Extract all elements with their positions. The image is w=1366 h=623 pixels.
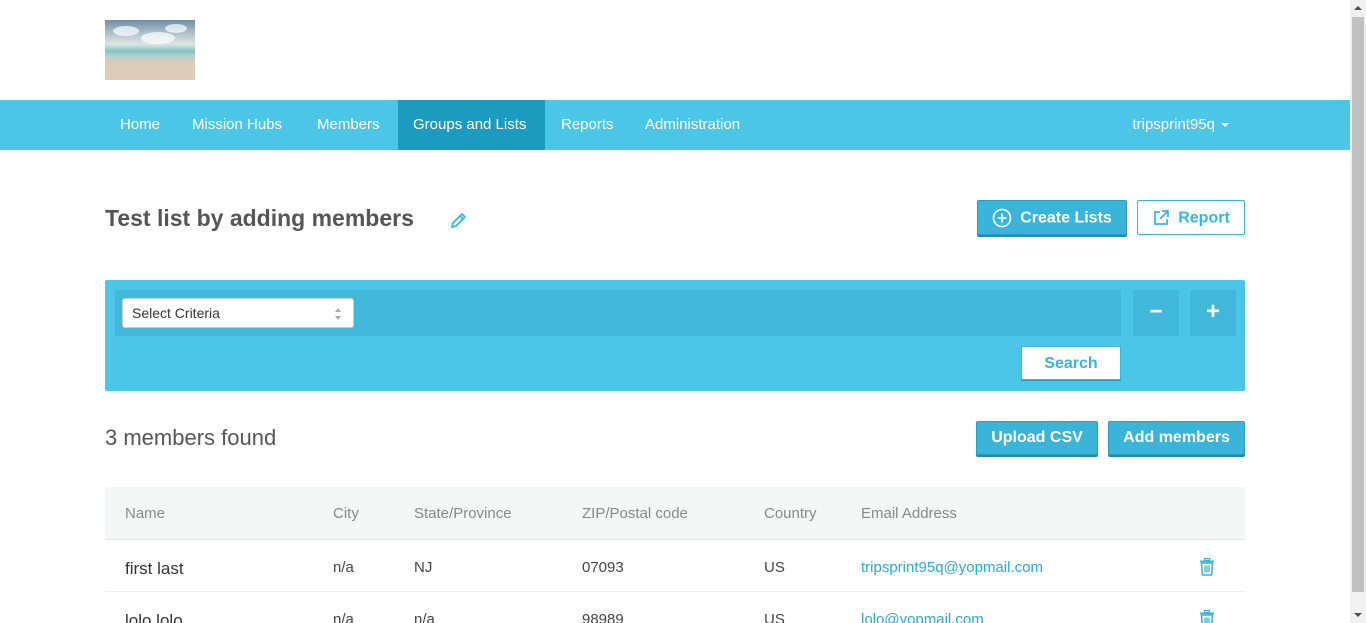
pencil-icon[interactable] [449, 210, 469, 230]
cell-country: US [764, 559, 785, 576]
main-navbar: Home Mission Hubs Members Groups and Lis… [0, 100, 1350, 150]
criteria-panel: Select Criteria − + Search [105, 280, 1245, 391]
cell-country: US [764, 611, 785, 623]
nav-home[interactable]: Home [105, 100, 175, 150]
create-lists-label: Create Lists [1020, 209, 1112, 227]
trash-icon[interactable] [1199, 558, 1215, 576]
cell-email[interactable]: lolo@yopmail.com [861, 592, 984, 623]
add-members-button[interactable]: Add members [1108, 421, 1245, 455]
cell-city: n/a [333, 559, 354, 576]
report-label: Report [1178, 209, 1230, 227]
caret-down-icon [1221, 123, 1229, 128]
remove-criteria-button[interactable]: − [1133, 290, 1179, 336]
search-button[interactable]: Search [1021, 346, 1121, 380]
scroll-thumb[interactable] [1352, 17, 1364, 592]
external-link-icon [1154, 209, 1170, 225]
logo-cloud [113, 26, 139, 36]
page-title: Test list by adding members [105, 205, 414, 231]
add-criteria-button[interactable]: + [1190, 290, 1236, 336]
select-arrows-icon [335, 308, 341, 320]
header-email[interactable]: Email Address [861, 487, 957, 540]
nav-administration[interactable]: Administration [630, 100, 755, 150]
trash-icon[interactable] [1199, 610, 1215, 623]
members-found-count: 3 members found [105, 425, 277, 450]
nav-members[interactable]: Members [302, 100, 395, 150]
header-country[interactable]: Country [764, 487, 817, 540]
table-header: Name City State/Province ZIP/Postal code… [105, 487, 1245, 540]
cell-city: n/a [333, 611, 354, 623]
cell-name: lolo lolo [125, 611, 183, 623]
header-state[interactable]: State/Province [414, 487, 512, 540]
user-menu[interactable]: tripsprint95q [1132, 100, 1229, 150]
upload-csv-button[interactable]: Upload CSV [976, 421, 1098, 455]
logo-cloud [165, 24, 187, 33]
criteria-select-value: Select Criteria [132, 305, 220, 321]
table-row: first last n/a NJ 07093 US tripsprint95q… [105, 540, 1245, 592]
criteria-select[interactable]: Select Criteria [122, 298, 354, 328]
members-table: Name City State/Province ZIP/Postal code… [105, 487, 1245, 623]
logo-cloud [141, 32, 175, 44]
nav-groups-and-lists[interactable]: Groups and Lists [398, 100, 545, 150]
cell-state: n/a [414, 611, 435, 623]
criteria-row: Select Criteria [115, 290, 1121, 336]
logo[interactable] [105, 20, 195, 80]
cell-zip: 98989 [582, 611, 624, 623]
scroll-up-arrow-icon[interactable] [1350, 0, 1366, 16]
table-row: lolo lolo n/a n/a 98989 US lolo@yopmail.… [105, 592, 1245, 623]
header-city[interactable]: City [333, 487, 359, 540]
page-scrollbar[interactable] [1350, 0, 1366, 623]
header-zip[interactable]: ZIP/Postal code [582, 487, 688, 540]
create-lists-button[interactable]: Create Lists [977, 200, 1127, 235]
cell-state: NJ [414, 559, 433, 576]
nav-mission-hubs[interactable]: Mission Hubs [177, 100, 297, 150]
plus-circle-icon [992, 208, 1012, 228]
nav-reports[interactable]: Reports [546, 100, 629, 150]
cell-name: first last [125, 559, 184, 578]
scroll-down-arrow-icon[interactable] [1350, 607, 1366, 623]
user-name: tripsprint95q [1132, 116, 1215, 133]
report-button[interactable]: Report [1137, 200, 1245, 235]
cell-email[interactable]: tripsprint95q@yopmail.com [861, 540, 1043, 596]
header-name[interactable]: Name [125, 487, 165, 540]
cell-zip: 07093 [582, 559, 624, 576]
